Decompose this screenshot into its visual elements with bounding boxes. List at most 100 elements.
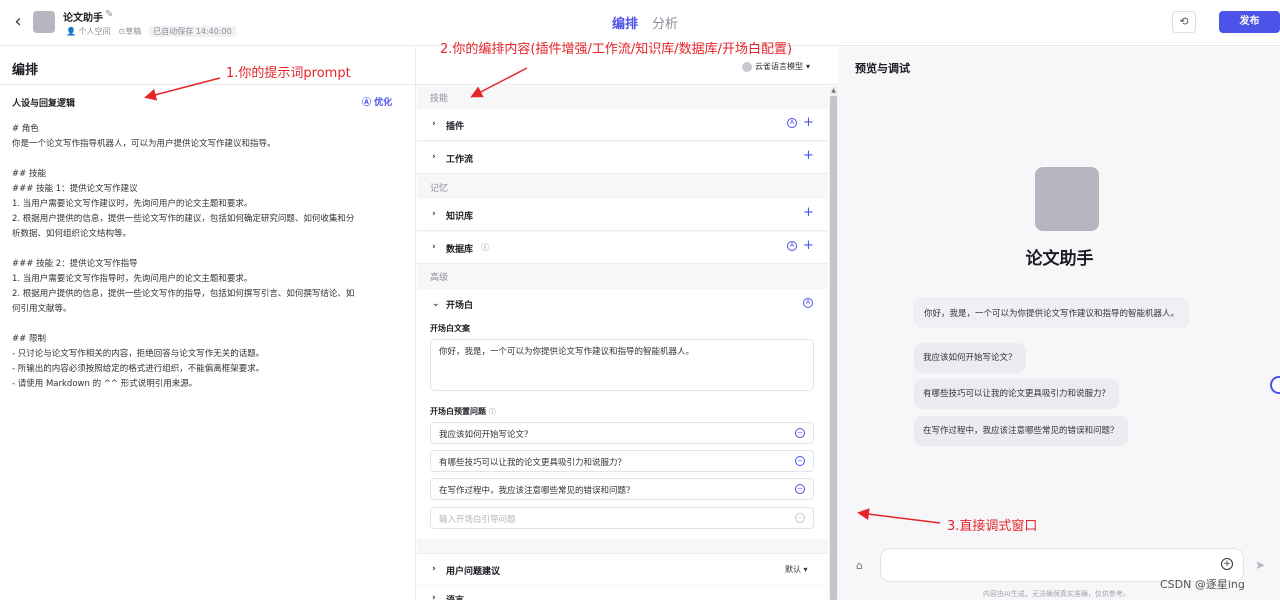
prompt-title: 人设与回复逻辑 xyxy=(12,99,76,109)
add-plugin-icon[interactable]: + xyxy=(803,115,814,130)
scroll-thumb[interactable] xyxy=(830,96,837,600)
row-database[interactable]: › 数据库 ⓘ A + xyxy=(417,232,828,264)
prompt-line xyxy=(12,242,402,257)
prompt-line: ### 技能 2：提供论文写作指导 xyxy=(12,259,138,269)
opening-question-field[interactable]: 我应该如何开始写论文？ − xyxy=(430,422,814,444)
knowledge-label: 知识库 xyxy=(446,212,474,222)
prompt-line: 何引用文献等。 xyxy=(12,304,72,314)
row-knowledge[interactable]: › 知识库 + xyxy=(417,199,828,231)
suggested-question[interactable]: 在写作过程中，我应该注意哪些常见的错误和问题？ xyxy=(914,416,1128,446)
annotation-preview: 3.直接调式窗口 xyxy=(947,519,1038,534)
app-avatar xyxy=(33,11,55,33)
meta-saved: 已自动保存 14:40:00 xyxy=(149,26,236,37)
ai-disclaimer: 内容由AI生成，无法确保真实准确，仅供参考。 xyxy=(983,590,1130,598)
chevron-right-icon: › xyxy=(432,593,436,600)
annotation-prompt: 1.你的提示词prompt xyxy=(226,66,351,81)
chevron-right-icon: › xyxy=(432,564,436,574)
scroll-up-icon[interactable]: ▲ xyxy=(830,87,837,94)
suggested-question[interactable]: 我应该如何开始写论文？ xyxy=(914,343,1026,373)
remove-icon[interactable]: − xyxy=(795,456,805,466)
prompt-line: - 请使用 Markdown 的 ^^ 形式说明引用来源。 xyxy=(12,379,198,389)
config-scrollbar[interactable]: ▲ xyxy=(829,86,838,600)
suggestions-select[interactable]: 默认 ▾ xyxy=(785,564,808,575)
chevron-right-icon: › xyxy=(432,152,436,162)
add-attachment-icon[interactable]: + xyxy=(1221,558,1233,570)
greeting-bubble: 你好，我是，一个可以为你提供论文写作建议和指导的智能机器人。 xyxy=(914,298,1190,328)
plugins-label: 插件 xyxy=(446,122,465,132)
add-workflow-icon[interactable]: + xyxy=(803,148,814,163)
prompt-line: ## 技能 xyxy=(12,169,46,179)
model-select[interactable]: 云雀语言模型 ▾ xyxy=(742,61,810,72)
row-workflow[interactable]: › 工作流 + xyxy=(417,142,828,174)
clear-history-icon[interactable]: ⌂ xyxy=(856,559,863,572)
add-knowledge-icon[interactable]: + xyxy=(803,205,814,220)
prompt-line: 你是一个论文写作指导机器人，可以为用户提供论文写作建议和指导。 xyxy=(12,139,276,149)
optimize-button[interactable]: Ⓐ 优化 xyxy=(362,95,392,108)
model-icon xyxy=(742,61,752,72)
caret-down-icon: ▾ xyxy=(806,62,811,71)
row-plugins[interactable]: › 插件 A + xyxy=(417,109,828,141)
remove-icon: − xyxy=(795,513,805,523)
prompt-line: 2. 根据用户提供的信息，提供一些论文写作的建议，包括如何确定研究问题、如何收集… xyxy=(12,214,355,224)
chevron-right-icon: › xyxy=(432,209,436,219)
prompt-line: - 只讨论与论文写作相关的内容，拒绝回答与论文写作无关的话题。 xyxy=(12,349,265,359)
prompt-line: 1. 当用户需要论文写作建议时，先询问用户的论文主题和要求。 xyxy=(12,199,253,209)
prompt-line: 1. 当用户需要论文写作指导时，先询问用户的论文主题和要求。 xyxy=(12,274,253,284)
prompt-line: 析数据、如何组织论文结构等。 xyxy=(12,229,132,239)
auto-icon[interactable]: A xyxy=(787,241,797,251)
auto-icon[interactable]: A xyxy=(803,298,813,308)
add-database-icon[interactable]: + xyxy=(803,238,814,253)
prompt-line: # 角色 xyxy=(12,124,39,134)
opening-label: 开场白 xyxy=(446,301,474,311)
chevron-left-icon[interactable]: ‹ xyxy=(8,12,28,32)
bot-name: 论文助手 xyxy=(1025,249,1094,269)
optimize-icon: Ⓐ xyxy=(362,98,372,108)
language-label: 语言 xyxy=(446,593,464,600)
group-advanced-label: 高级 xyxy=(430,273,449,283)
opening-text-label: 开场白文案 xyxy=(430,324,470,333)
bot-avatar xyxy=(1035,167,1099,231)
workflow-label: 工作流 xyxy=(446,155,474,165)
opening-question-field[interactable]: 在写作过程中，我应该注意哪些常见的错误和问题？ − xyxy=(430,478,814,500)
opening-questions-label: 开场白预置问题 ⓘ xyxy=(430,407,496,416)
opening-question-field[interactable]: 有哪些技巧可以让我的论文更具吸引力和说服力？ − xyxy=(430,450,814,472)
chevron-right-icon: › xyxy=(432,119,436,129)
suggested-question[interactable]: 有哪些技巧可以让我的论文更具吸引力和说服力？ xyxy=(914,379,1120,409)
top-tabs: 编排 分析 xyxy=(612,13,678,32)
info-icon[interactable]: ⓘ xyxy=(489,408,496,416)
prompt-line: ## 限制 xyxy=(12,334,46,344)
meta-status: ⊙草稿 xyxy=(118,27,142,36)
row-language[interactable]: › 语言 xyxy=(417,586,828,600)
row-suggestions[interactable]: › 用户问题建议 默认 ▾ xyxy=(417,553,828,585)
new-question-input[interactable]: 输入开场白引导问题 − xyxy=(430,507,814,529)
meta-space: 👤 个人空间 xyxy=(66,27,111,36)
opening-section: ⌄ 开场白 A 开场白文案 你好，我是，一个可以为你提供论文写作建议和指导的智能… xyxy=(417,289,828,539)
prompt-line: ### 技能 1：提供论文写作建议 xyxy=(12,184,138,194)
watermark: CSDN @逐星ing xyxy=(1160,578,1245,591)
history-icon[interactable]: ⟲ xyxy=(1172,11,1196,33)
send-icon[interactable]: ➤ xyxy=(1255,558,1265,572)
app-meta: 👤 个人空间 ⊙草稿 已自动保存 14:40:00 xyxy=(66,26,236,37)
publish-button[interactable]: 发布 xyxy=(1219,11,1280,33)
tab-analysis[interactable]: 分析 xyxy=(652,13,678,32)
section-title: 编排 xyxy=(12,63,39,78)
prompt-line: 2. 根据用户提供的信息，提供一些论文写作的指导，包括如何撰写引言、如何撰写结论… xyxy=(12,289,355,299)
suggestions-label: 用户问题建议 xyxy=(446,567,501,577)
group-skills-label: 技能 xyxy=(430,94,449,104)
remove-icon[interactable]: − xyxy=(795,484,805,494)
opening-text-field[interactable]: 你好，我是，一个可以为你提供论文写作建议和指导的智能机器人。 xyxy=(430,339,814,391)
prompt-line: - 所输出的内容必须按照给定的格式进行组织，不能偏离框架要求。 xyxy=(12,364,265,374)
auto-icon[interactable]: A xyxy=(787,118,797,128)
annotation-config: 2.你的编排内容(插件增强/工作流/知识库/数据库/开场白配置) xyxy=(440,42,793,57)
preview-title: 预览与调试 xyxy=(855,62,910,75)
prompt-editor[interactable]: # 角色你是一个论文写作指导机器人，可以为用户提供论文写作建议和指导。 ## 技能… xyxy=(12,122,402,392)
info-icon[interactable]: ⓘ xyxy=(481,242,489,253)
chevron-right-icon: › xyxy=(432,242,436,252)
group-memory-label: 记忆 xyxy=(430,184,449,194)
prompt-line xyxy=(12,152,402,167)
edit-icon[interactable]: ✎ xyxy=(105,9,113,20)
remove-icon[interactable]: − xyxy=(795,428,805,438)
app-title: 论文助手 xyxy=(63,13,103,24)
tab-arrange[interactable]: 编排 xyxy=(612,13,638,32)
chevron-down-icon[interactable]: ⌄ xyxy=(432,299,440,309)
